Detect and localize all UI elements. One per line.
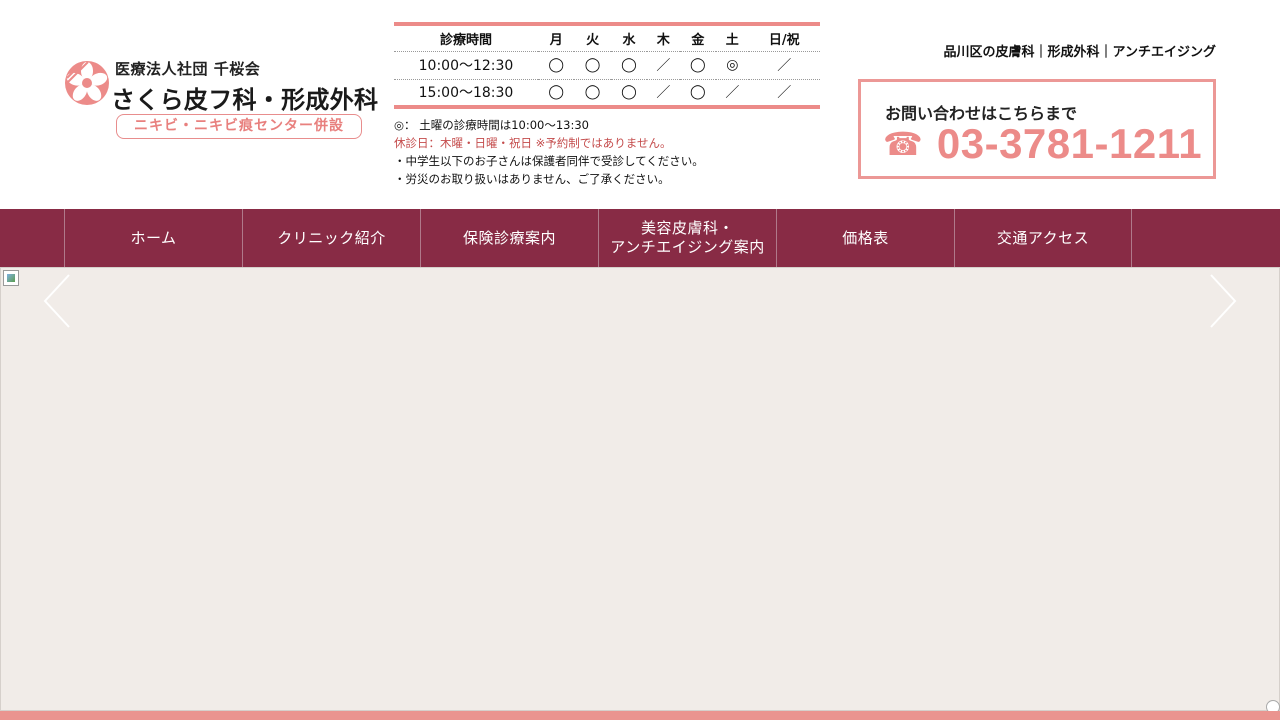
nav-cosmetic-antiaging[interactable]: 美容皮膚科・ アンチエイジング案内 [598,209,776,267]
availability-mark: ◯ [610,78,648,107]
nav-label: 価格表 [842,228,889,247]
hero-slider [0,267,1280,711]
logo-clinic-name: さくら皮フ科・形成外科 [111,86,379,114]
day-sat: 土 [725,32,739,48]
availability-mark: ／ [748,50,820,79]
saturday-note: ◎： 土曜の診療時間は10:00～13:30 [394,118,589,132]
availability-mark: ◯ [538,50,575,79]
nav-insurance-care[interactable]: 保険診療案内 [420,209,598,267]
availability-mark: ／ [716,78,749,107]
availability-mark: ◯ [679,78,717,107]
sakura-flower-icon [65,61,109,105]
day-fri: 金 [691,32,705,48]
nav-home[interactable]: ホーム [64,209,242,267]
logo-organization: 医療法人社団 千桜会 [115,60,261,78]
broken-image-icon [3,270,19,286]
time-slot: 10:00～12:30 [394,50,538,79]
hours-header-row: 診療時間 月 火 水 木 金 土 日/祝 [394,24,820,51]
logo-subtitle: ニキビ・ニキビ痕センター併設 [116,114,362,139]
nav-label: 保険診療案内 [462,228,556,247]
availability-mark: ◯ [610,50,648,79]
contact-box[interactable]: お問い合わせはこちらまで ☎ 03-3781-1211 [858,79,1216,179]
availability-mark: ◯ [679,50,717,79]
hours-row-afternoon: 15:00～18:30 ◯ ◯ ◯ ／ ◯ ／ ／ [394,78,820,107]
day-sun-holiday: 日/祝 [768,32,800,48]
chevron-right-icon[interactable] [1201,273,1241,329]
availability-mark: ◯ [574,78,611,107]
office-hours-table: 診療時間 月 火 水 木 金 土 日/祝 10:00～12:30 ◯ ◯ ◯ ／… [394,22,820,109]
availability-mark: ／ [748,78,820,107]
clinic-logo[interactable]: 医療法人社団 千桜会 さくら皮フ科・形成外科 ニキビ・ニキビ痕センター併設 [64,58,378,142]
nav-label: 交通アクセス [996,228,1090,247]
phone-icon: ☎ [883,125,923,163]
footer-accent-bar [0,711,1280,720]
availability-mark: ◯ [538,78,575,107]
office-hours: 診療時間 月 火 水 木 金 土 日/祝 10:00～12:30 ◯ ◯ ◯ ／… [394,22,820,109]
time-slot: 15:00～18:30 [394,78,538,107]
hours-row-morning: 10:00～12:30 ◯ ◯ ◯ ／ ◯ ◎ ／ [394,50,820,79]
availability-mark: ◎ [716,50,749,79]
phone-link[interactable]: ☎ 03-3781-1211 [883,120,1202,168]
nav-label-line1: 美容皮膚科・ [640,219,734,237]
nav-label: ホーム [130,228,177,247]
nav-label: クリニック紹介 [277,228,386,247]
availability-mark: ／ [647,78,680,107]
workers-comp-note: ・労災のお取り扱いはありません、ご了承ください。 [394,172,670,186]
nav-label-line2: アンチエイジング案内 [610,238,765,256]
day-wed: 水 [622,32,636,48]
main-nav: ホーム クリニック紹介 保険診療案内 美容皮膚科・ アンチエイジング案内 価格表… [0,209,1280,267]
guardian-note: ・中学生以下のお子さんは保護者同伴で受診してください。 [394,154,704,168]
day-tue: 火 [586,32,600,48]
tagline: 品川区の皮膚科｜形成外科｜アンチエイジング [943,45,1216,60]
nav-clinic-intro[interactable]: クリニック紹介 [242,209,420,267]
closed-days-note: 休診日：木曜・日曜・祝日 ※予約制ではありません。 [394,136,672,150]
hours-notes: ◎： 土曜の診療時間は10:00～13:30 休診日：木曜・日曜・祝日 ※予約制… [394,116,824,188]
hours-header-label: 診療時間 [439,32,492,48]
nav-price-list[interactable]: 価格表 [776,209,954,267]
chevron-left-icon[interactable] [39,273,79,329]
day-mon: 月 [549,32,563,48]
nav-access[interactable]: 交通アクセス [954,209,1132,267]
phone-number: 03-3781-1211 [936,120,1203,167]
day-thu: 木 [656,32,670,48]
availability-mark: ◯ [574,50,611,79]
availability-mark: ／ [647,50,680,79]
